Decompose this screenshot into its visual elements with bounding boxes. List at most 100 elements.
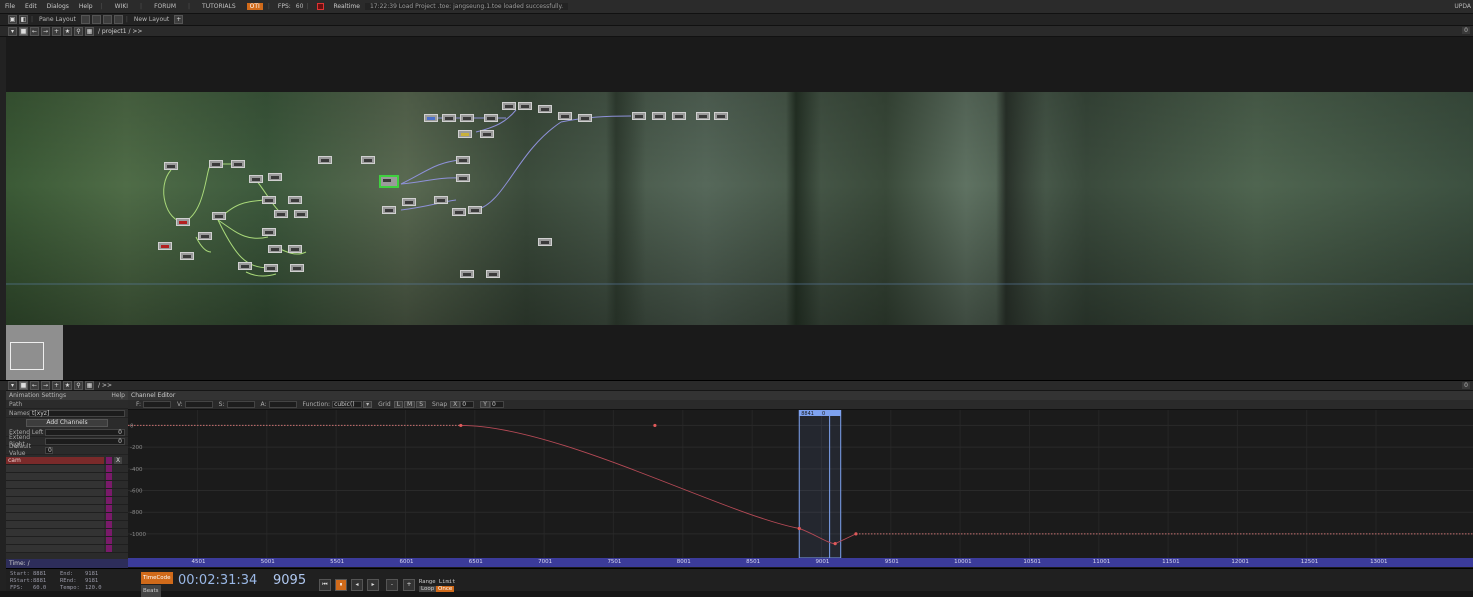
operator-node[interactable] — [264, 264, 278, 272]
operator-node[interactable] — [696, 112, 710, 120]
channel-graph[interactable]: 0 -200 -400 -600 -800 -1000 8841 0 — [128, 410, 1473, 558]
step-back-button[interactable]: ◂ — [351, 579, 363, 591]
operator-node[interactable] — [468, 206, 482, 214]
star-icon[interactable]: ★ — [63, 381, 72, 390]
step-forward-button[interactable]: ▸ — [367, 579, 379, 591]
operator-node[interactable] — [268, 173, 282, 181]
snap-y-field[interactable]: 0 — [489, 401, 504, 408]
operator-node[interactable] — [480, 130, 494, 138]
link-tutorials[interactable]: TUTORIALS — [193, 3, 245, 10]
bottom-path[interactable]: / >> — [98, 382, 112, 389]
channel-name-field[interactable] — [6, 481, 104, 488]
operator-node[interactable] — [578, 114, 592, 122]
operator-node[interactable] — [452, 208, 466, 216]
layout-split-h-button[interactable] — [91, 15, 101, 24]
operator-node[interactable] — [402, 198, 416, 206]
channel-name-field[interactable] — [6, 497, 104, 504]
operator-node[interactable] — [484, 114, 498, 122]
extend-right-field[interactable]: 0 — [45, 437, 125, 445]
tempo-value[interactable]: 120.0 — [85, 585, 102, 591]
menu-edit[interactable]: Edit — [20, 3, 42, 10]
operator-node[interactable] — [434, 196, 448, 204]
operator-node[interactable] — [558, 112, 572, 120]
channel-name-field[interactable] — [6, 529, 104, 536]
channel-color-swatch[interactable] — [106, 457, 112, 464]
add-channels-button[interactable]: Add Channels — [26, 419, 108, 427]
channel-color-swatch[interactable] — [106, 481, 112, 488]
network-path[interactable]: / project1 / >> — [98, 28, 142, 35]
operator-node[interactable] — [268, 245, 282, 253]
operator-node[interactable] — [672, 112, 686, 120]
channel-color-swatch[interactable] — [106, 513, 112, 520]
channel-color-swatch[interactable] — [106, 545, 112, 552]
operator-node[interactable] — [164, 162, 178, 170]
operator-node[interactable] — [382, 206, 396, 214]
operator-node[interactable] — [290, 264, 304, 272]
update-label[interactable]: UPDA — [1454, 3, 1471, 10]
end-value[interactable]: 9181 — [85, 571, 98, 577]
operator-node[interactable] — [456, 156, 470, 164]
arrow-down-icon[interactable]: ▾ — [8, 26, 17, 36]
home-icon[interactable]: ■ — [19, 381, 28, 390]
channel-row[interactable] — [6, 481, 128, 489]
channel-row[interactable] — [6, 513, 128, 521]
channel-color-swatch[interactable] — [106, 465, 112, 472]
operator-node[interactable] — [458, 130, 472, 138]
operator-node[interactable] — [460, 270, 474, 278]
decrease-button[interactable]: - — [386, 579, 398, 591]
star-icon[interactable]: ★ — [63, 26, 72, 36]
operator-node[interactable] — [424, 114, 438, 122]
default-value-field[interactable]: 0 — [45, 446, 53, 454]
grid-l-button[interactable]: L — [393, 401, 404, 408]
channel-name-field[interactable] — [6, 537, 104, 544]
operator-node[interactable] — [460, 114, 474, 122]
frame-display[interactable]: 9095 — [273, 573, 306, 588]
operator-node[interactable] — [231, 160, 245, 168]
channel-color-swatch[interactable] — [106, 537, 112, 544]
channel-row[interactable] — [6, 497, 128, 505]
operator-node[interactable] — [442, 114, 456, 122]
operator-node[interactable] — [502, 102, 516, 110]
operator-node[interactable] — [318, 156, 332, 164]
channel-name-field[interactable] — [6, 489, 104, 496]
once-button[interactable]: Once — [436, 586, 455, 592]
operator-node[interactable] — [212, 212, 226, 220]
accel-field[interactable] — [268, 401, 297, 408]
operator-node[interactable] — [632, 112, 646, 120]
operator-node[interactable] — [538, 238, 552, 246]
link-wiki[interactable]: WIKI — [106, 3, 137, 10]
forward-icon[interactable]: → — [41, 26, 50, 36]
layout-split-v-button[interactable] — [102, 15, 112, 24]
operator-node[interactable] — [262, 228, 276, 236]
display-icon[interactable]: ◧ — [19, 15, 28, 24]
channel-color-swatch[interactable] — [106, 521, 112, 528]
operator-node[interactable] — [714, 112, 728, 120]
back-icon[interactable]: ← — [30, 26, 39, 36]
pause-button[interactable]: ⏸ — [335, 579, 347, 591]
channel-color-swatch[interactable] — [106, 497, 112, 504]
channel-row[interactable] — [6, 529, 128, 537]
operator-node[interactable] — [288, 196, 302, 204]
menu-file[interactable]: File — [0, 3, 20, 10]
selected-operator-node[interactable] — [379, 175, 399, 188]
slope-field[interactable] — [226, 401, 255, 408]
timecode-button[interactable]: TimeCode — [141, 572, 173, 584]
channel-color-swatch[interactable] — [106, 505, 112, 512]
operator-node[interactable] — [518, 102, 532, 110]
fps-value[interactable]: 60.0 — [33, 585, 46, 591]
remove-channel-button[interactable]: X — [114, 457, 122, 464]
channel-name-field[interactable] — [6, 505, 104, 512]
operator-node[interactable] — [486, 270, 500, 278]
loop-button[interactable]: Loop — [419, 586, 437, 592]
operator-node[interactable] — [180, 252, 194, 260]
operator-node[interactable] — [176, 218, 190, 226]
channel-color-swatch[interactable] — [106, 473, 112, 480]
operator-node[interactable] — [294, 210, 308, 218]
function-menu-button[interactable]: ▾ — [363, 401, 373, 408]
operator-node[interactable] — [361, 156, 375, 164]
operator-node[interactable] — [262, 196, 276, 204]
oti-badge[interactable]: OTI — [246, 3, 263, 10]
frame-field[interactable] — [143, 401, 172, 408]
channel-row[interactable] — [6, 489, 128, 497]
home-icon[interactable]: ■ — [19, 26, 28, 36]
